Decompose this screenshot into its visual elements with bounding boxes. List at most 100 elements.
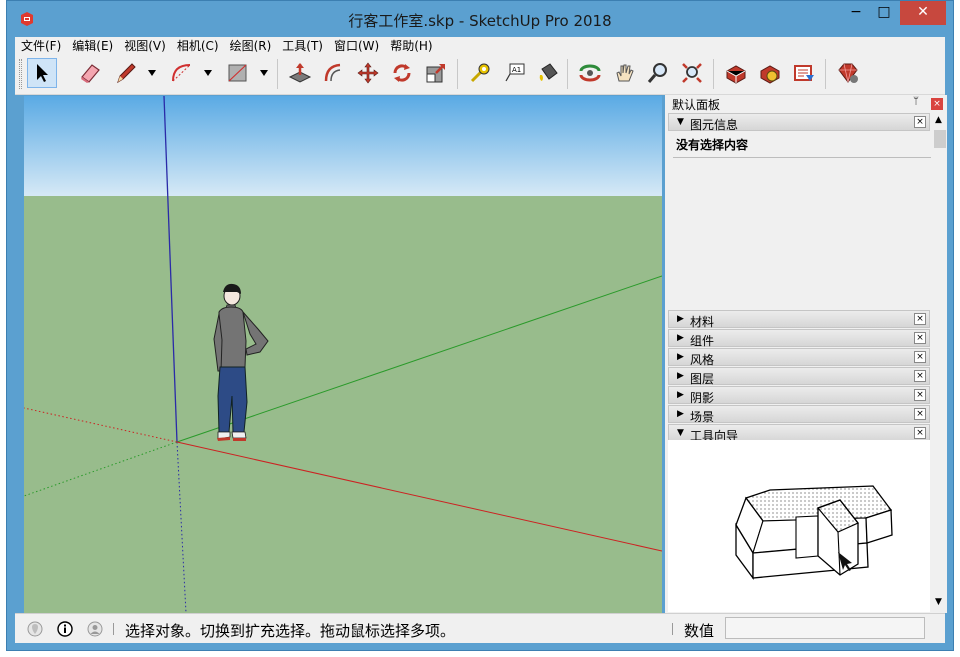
panel-close-icon[interactable]: × (914, 313, 926, 325)
main-toolbar: A1 (15, 55, 945, 95)
pencil-icon (117, 63, 136, 84)
rectangle-dropdown-icon[interactable] (259, 68, 269, 78)
panel-label-scenes: 场景 (690, 410, 715, 424)
tray-scrollbar[interactable]: ▲ ▼ (933, 112, 947, 612)
orbit-icon (579, 64, 601, 82)
extension-manager-button[interactable] (833, 58, 863, 88)
3d-warehouse-icon (726, 65, 746, 84)
panel-close-icon[interactable]: × (914, 332, 926, 344)
tape-measure-tool-button[interactable] (465, 58, 495, 88)
menu-bar: 文件(F) 编辑(E) 视图(V) 相机(C) 绘图(R) 工具(T) 窗口(W) 帮助(H) (15, 37, 945, 55)
menu-file[interactable]: 文件(F) (15, 37, 66, 55)
arc-dropdown-icon[interactable] (203, 68, 213, 78)
scale-tool-button[interactable] (421, 58, 451, 88)
text-icon: A1 (505, 63, 525, 82)
text-tool-button[interactable]: A1 (499, 58, 529, 88)
toolbar-separator (825, 59, 826, 89)
menu-window[interactable]: 窗口(W) (328, 37, 384, 55)
instructor-body (668, 440, 930, 612)
menu-help[interactable]: 帮助(H) (384, 37, 437, 55)
panel-header-materials[interactable]: ▶ 材料 × (668, 310, 930, 329)
offset-icon (324, 63, 341, 82)
orbit-tool-button[interactable] (575, 58, 605, 88)
zoom-icon (647, 63, 667, 83)
close-button[interactable]: ✕ (900, 1, 946, 25)
paint-bucket-tool-button[interactable] (533, 58, 563, 88)
panel-close-icon[interactable]: × (914, 116, 926, 128)
panel-header-entity-info[interactable]: ▼ 图元信息 × (668, 113, 930, 132)
rectangle-icon (228, 64, 247, 82)
panel-label-styles: 风格 (690, 353, 715, 367)
menu-tools[interactable]: 工具(T) (276, 37, 328, 55)
pan-tool-button[interactable] (609, 58, 639, 88)
maximize-button[interactable]: □ (871, 1, 897, 25)
zoom-extents-tool-button[interactable] (677, 58, 707, 88)
menu-edit[interactable]: 编辑(E) (66, 37, 118, 55)
title-bar[interactable]: 行客工作室.skp - SketchUp Pro 2018 − □ ✕ (7, 1, 953, 37)
pin-icon[interactable]: ᛘ (913, 96, 919, 107)
arc-tool-button[interactable] (167, 58, 197, 88)
app-window: 行客工作室.skp - SketchUp Pro 2018 − □ ✕ 文件(F… (6, 0, 954, 651)
menu-view[interactable]: 视图(V) (118, 37, 171, 55)
move-tool-button[interactable] (353, 58, 383, 88)
scroll-down-icon[interactable]: ▼ (935, 597, 942, 607)
extension-warehouse-button[interactable] (755, 58, 785, 88)
panel-close-icon[interactable]: × (914, 427, 926, 439)
status-hint: 选择对象。切换到扩充选择。拖动鼠标选择多项。 (125, 622, 456, 640)
tray-close-button[interactable]: × (931, 98, 943, 110)
collapsed-triangle-icon: ▶ (677, 371, 684, 381)
scene-canvas[interactable] (24, 96, 662, 613)
status-bar: 选择对象。切换到扩充选择。拖动鼠标选择多项。 数值 (15, 613, 945, 643)
push-pull-tool-button[interactable] (285, 58, 315, 88)
entity-info-body: 没有选择内容 (668, 131, 931, 311)
info-icon[interactable] (57, 621, 73, 637)
rectangle-tool-button[interactable] (223, 58, 253, 88)
scroll-thumb[interactable] (934, 130, 946, 148)
pencil-tool-button[interactable] (111, 58, 141, 88)
collapsed-triangle-icon: ▶ (677, 333, 684, 343)
offset-tool-button[interactable] (319, 58, 349, 88)
scale-icon (426, 64, 445, 83)
panel-header-shadows[interactable]: ▶ 阴影 × (668, 386, 930, 405)
arc-icon (172, 64, 191, 82)
model-viewport[interactable] (24, 96, 662, 613)
toolbar-separator (457, 59, 458, 89)
panel-header-scenes[interactable]: ▶ 场景 × (668, 405, 930, 424)
rotate-tool-button[interactable] (387, 58, 417, 88)
collapsed-triangle-icon: ▶ (677, 314, 684, 324)
collapsed-triangle-icon: ▶ (677, 409, 684, 419)
collapsed-triangle-icon: ▶ (677, 390, 684, 400)
pencil-dropdown-icon[interactable] (147, 68, 157, 78)
scroll-up-icon[interactable]: ▲ (935, 115, 942, 125)
menu-draw[interactable]: 绘图(R) (224, 37, 277, 55)
zoom-tool-button[interactable] (643, 58, 673, 88)
panel-label-components: 组件 (690, 334, 715, 348)
panel-close-icon[interactable]: × (914, 389, 926, 401)
user-account-icon[interactable] (87, 621, 103, 637)
menu-camera[interactable]: 相机(C) (171, 37, 224, 55)
default-tray: 默认面板 ᛘ × ▼ 图元信息 × 没有选择内容 ▶ 材料 × ▶ 组件 × ▶… (665, 95, 947, 613)
panel-header-styles[interactable]: ▶ 风格 × (668, 348, 930, 367)
tape-measure-icon (470, 63, 490, 83)
panel-close-icon[interactable]: × (914, 351, 926, 363)
panel-close-icon[interactable]: × (914, 408, 926, 420)
zoom-extents-icon (682, 63, 702, 83)
measurements-label: 数值 (684, 622, 715, 640)
rotate-icon (393, 64, 411, 82)
minimize-button[interactable]: − (843, 1, 869, 25)
eraser-tool-button[interactable] (75, 58, 105, 88)
tray-header[interactable]: 默认面板 ᛘ × (665, 95, 947, 112)
select-tool-button[interactable] (27, 58, 57, 88)
panel-header-layers[interactable]: ▶ 图层 × (668, 367, 930, 386)
layout-button[interactable] (789, 58, 819, 88)
eraser-icon (81, 64, 100, 83)
3d-warehouse-button[interactable] (721, 58, 751, 88)
geo-location-icon[interactable] (27, 621, 43, 637)
toolbar-grip[interactable] (19, 59, 22, 89)
select-icon (37, 64, 48, 82)
move-icon (357, 62, 379, 84)
entity-info-content: 没有选择内容 (676, 138, 749, 152)
measurements-input[interactable] (725, 617, 925, 639)
panel-close-icon[interactable]: × (914, 370, 926, 382)
panel-header-components[interactable]: ▶ 组件 × (668, 329, 930, 348)
